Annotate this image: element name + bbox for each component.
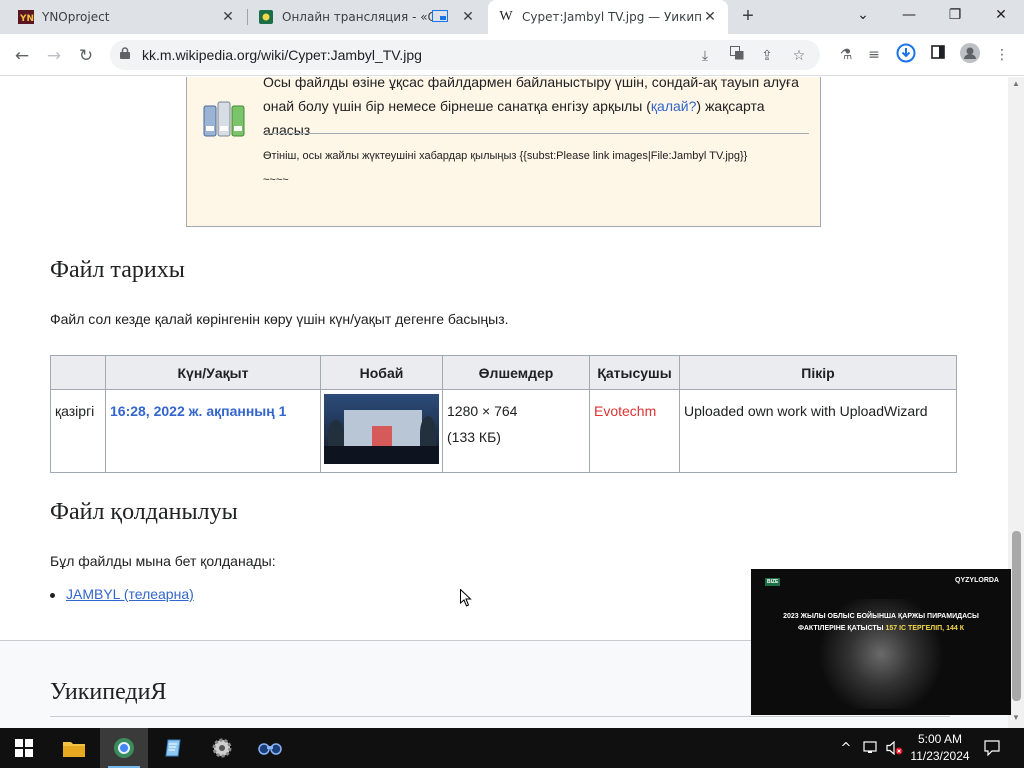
notice-small-text: Өтініш, осы жайлы жүктеушіні хабардар қы…	[263, 144, 809, 192]
scroll-up-icon[interactable]: ▲	[1012, 79, 1020, 88]
chrome-taskbar-icon[interactable]	[100, 728, 148, 768]
clock-date: 11/23/2024	[910, 749, 970, 763]
channel-tag: BIZE	[765, 578, 781, 586]
notice-template-text: Өтініш, осы жайлы жүктеушіні хабардар қы…	[263, 150, 748, 162]
new-tab-button[interactable]: +	[736, 4, 760, 28]
stream-favicon-icon	[258, 9, 274, 25]
extensions-flask-icon[interactable]: ⚗	[834, 43, 858, 67]
category-notice-box: Осы файлды өзіне ұқсас файлдармен байлан…	[186, 77, 821, 227]
wikipedia-favicon-icon: W	[499, 9, 513, 24]
browser-toolbar: ← → ↻ kk.m.wikipedia.org/wiki/Сурет:Jamb…	[0, 34, 1024, 76]
bookmark-star-icon[interactable]: ☆	[788, 45, 810, 67]
picture-in-picture-icon	[432, 9, 448, 25]
back-icon[interactable]: ←	[8, 42, 36, 70]
file-size-value: (133 КБ)	[447, 429, 501, 445]
notepad-icon[interactable]	[150, 728, 198, 768]
notice-divider	[263, 133, 809, 134]
table-row: қазіргі 16:28, 2022 ж. ақпанның 1 1280 ×…	[50, 389, 957, 473]
minimize-icon[interactable]: —	[886, 0, 932, 30]
tab-title: Онлайн трансляция - «QYZ	[282, 10, 432, 24]
file-history-intro: Файл сол кезде қалай көрінгенін көру үші…	[50, 311, 509, 327]
binoculars-app-icon[interactable]	[246, 728, 294, 768]
tab-wikipedia[interactable]: W Сурет:Jambyl TV.jpg — Уикипед ✕	[488, 0, 728, 34]
translate-icon[interactable]	[726, 45, 748, 67]
column-header: Өлшемдер	[442, 355, 590, 390]
datetime-cell: 16:28, 2022 ж. ақпанның 1	[105, 389, 321, 473]
caption-prefix: ФАКТІЛЕРІНЕ ҚАТЫСТЫ	[798, 625, 886, 632]
close-tab-icon[interactable]: ✕	[702, 9, 718, 25]
side-panel-icon[interactable]	[926, 43, 950, 67]
file-category-icon	[202, 98, 246, 140]
url-text[interactable]: kk.m.wikipedia.org/wiki/Сурет:Jambyl_TV.…	[142, 47, 422, 63]
forward-icon[interactable]: →	[40, 42, 68, 70]
profile-avatar-icon[interactable]	[958, 43, 982, 67]
tab-title: Сурет:Jambyl TV.jpg — Уикипед	[522, 10, 702, 24]
network-icon[interactable]	[860, 728, 882, 768]
user-link[interactable]: Evotechm	[594, 403, 656, 419]
news-caption-line1: 2023 ЖЫЛЫ ОБЛЫС БОЙЫНША ҚАРЖЫ ПИРАМИДАСЫ	[783, 613, 979, 620]
address-bar[interactable]: kk.m.wikipedia.org/wiki/Сурет:Jambyl_TV.…	[110, 40, 820, 70]
lock-icon[interactable]	[120, 47, 130, 62]
thumbnail-image[interactable]	[324, 394, 439, 464]
datetime-link[interactable]: 16:28, 2022 ж. ақпанның 1	[110, 403, 286, 419]
thumbnail-cell	[320, 389, 443, 473]
table-header-row: Күн/Уақыт Нобай Өлшемдер Қатысушы Пікір	[50, 355, 957, 390]
channel-brand: QYZYLORDA	[955, 577, 999, 584]
file-history-table: Күн/Уақыт Нобай Өлшемдер Қатысушы Пікір …	[50, 355, 957, 473]
restore-icon[interactable]: ❐	[932, 0, 978, 30]
current-label: қазіргі	[50, 389, 106, 473]
thumb-tree	[420, 416, 436, 450]
file-history-heading: Файл тарихы	[50, 257, 185, 283]
reload-icon[interactable]: ↻	[72, 42, 100, 70]
news-caption-line2: ФАКТІЛЕРІНЕ ҚАТЫСТЫ 157 ІС ТЕРГЕЛІП, 144…	[751, 625, 1011, 632]
tab-title: YNOproject	[42, 10, 110, 24]
file-usage-heading: Файл қолданылуы	[50, 499, 238, 525]
how-to-link[interactable]: қалай?	[651, 98, 696, 114]
footer-divider	[50, 716, 950, 717]
close-tab-icon[interactable]: ✕	[460, 9, 476, 25]
dimensions-value: 1280 × 764	[447, 403, 518, 419]
ynoproject-favicon-icon: YN	[18, 9, 34, 25]
reading-list-icon[interactable]: ≡	[862, 43, 886, 67]
install-app-icon[interactable]: ⤓	[694, 45, 716, 67]
system-clock[interactable]: 5:00 AM 11/23/2024	[900, 731, 980, 765]
tab-ynoproject[interactable]: YN YNOproject ✕	[8, 0, 246, 34]
comment-cell: Uploaded own work with UploadWizard	[679, 389, 957, 473]
close-tab-icon[interactable]: ✕	[220, 9, 236, 25]
column-header	[50, 355, 106, 390]
user-cell: Evotechm	[589, 389, 680, 473]
column-header: Қатысушы	[589, 355, 680, 390]
windows-start-icon[interactable]	[0, 728, 48, 768]
usage-page-link[interactable]: JAMBYL (телеарна)	[66, 586, 194, 602]
notifications-icon[interactable]	[980, 728, 1004, 768]
file-usage-intro: Бұл файлды мына бет қолданады:	[50, 553, 276, 569]
show-hidden-icons-chevron-icon[interactable]: ^	[836, 728, 856, 768]
scrollbar-thumb[interactable]	[1012, 531, 1021, 701]
picture-in-picture-video[interactable]: BIZE QYZYLORDA 2023 ЖЫЛЫ ОБЛЫС БОЙЫНША Қ…	[751, 569, 1011, 715]
column-header: Нобай	[320, 355, 443, 390]
file-explorer-icon[interactable]	[50, 728, 98, 768]
tab-search-chevron-icon[interactable]: ⌄	[840, 0, 886, 30]
mouse-cursor-icon	[460, 589, 472, 607]
wikipedia-wordmark[interactable]: УикипедиЯ	[50, 679, 166, 706]
menu-kebab-icon[interactable]: ⋮	[990, 43, 1014, 67]
dimensions-cell: 1280 × 764 (133 КБ)	[442, 389, 590, 473]
list-bullet	[50, 593, 55, 598]
thumb-entrance	[372, 426, 392, 446]
notice-signature: ~~~~	[263, 174, 289, 186]
scroll-down-icon[interactable]: ▼	[1012, 713, 1020, 722]
download-icon[interactable]	[894, 43, 918, 67]
clock-time: 5:00 AM	[917, 732, 963, 746]
windows-taskbar: ^ 5:00 AM 11/23/2024	[0, 728, 1024, 768]
caption-highlight: 157 ІС ТЕРГЕЛІП, 144 К	[885, 625, 964, 632]
close-window-icon[interactable]: ✕	[978, 0, 1024, 30]
thumb-ground	[324, 446, 439, 464]
tab-strip: YN YNOproject ✕ Онлайн трансляция - «QYZ…	[0, 0, 1024, 34]
column-header: Пікір	[679, 355, 957, 390]
svg-text:YN: YN	[19, 14, 34, 24]
column-header: Күн/Уақыт	[105, 355, 321, 390]
share-icon[interactable]: ⇪	[756, 45, 778, 67]
settings-gear-icon[interactable]	[198, 728, 246, 768]
tab-online-stream[interactable]: Онлайн трансляция - «QYZ ✕	[248, 0, 486, 34]
